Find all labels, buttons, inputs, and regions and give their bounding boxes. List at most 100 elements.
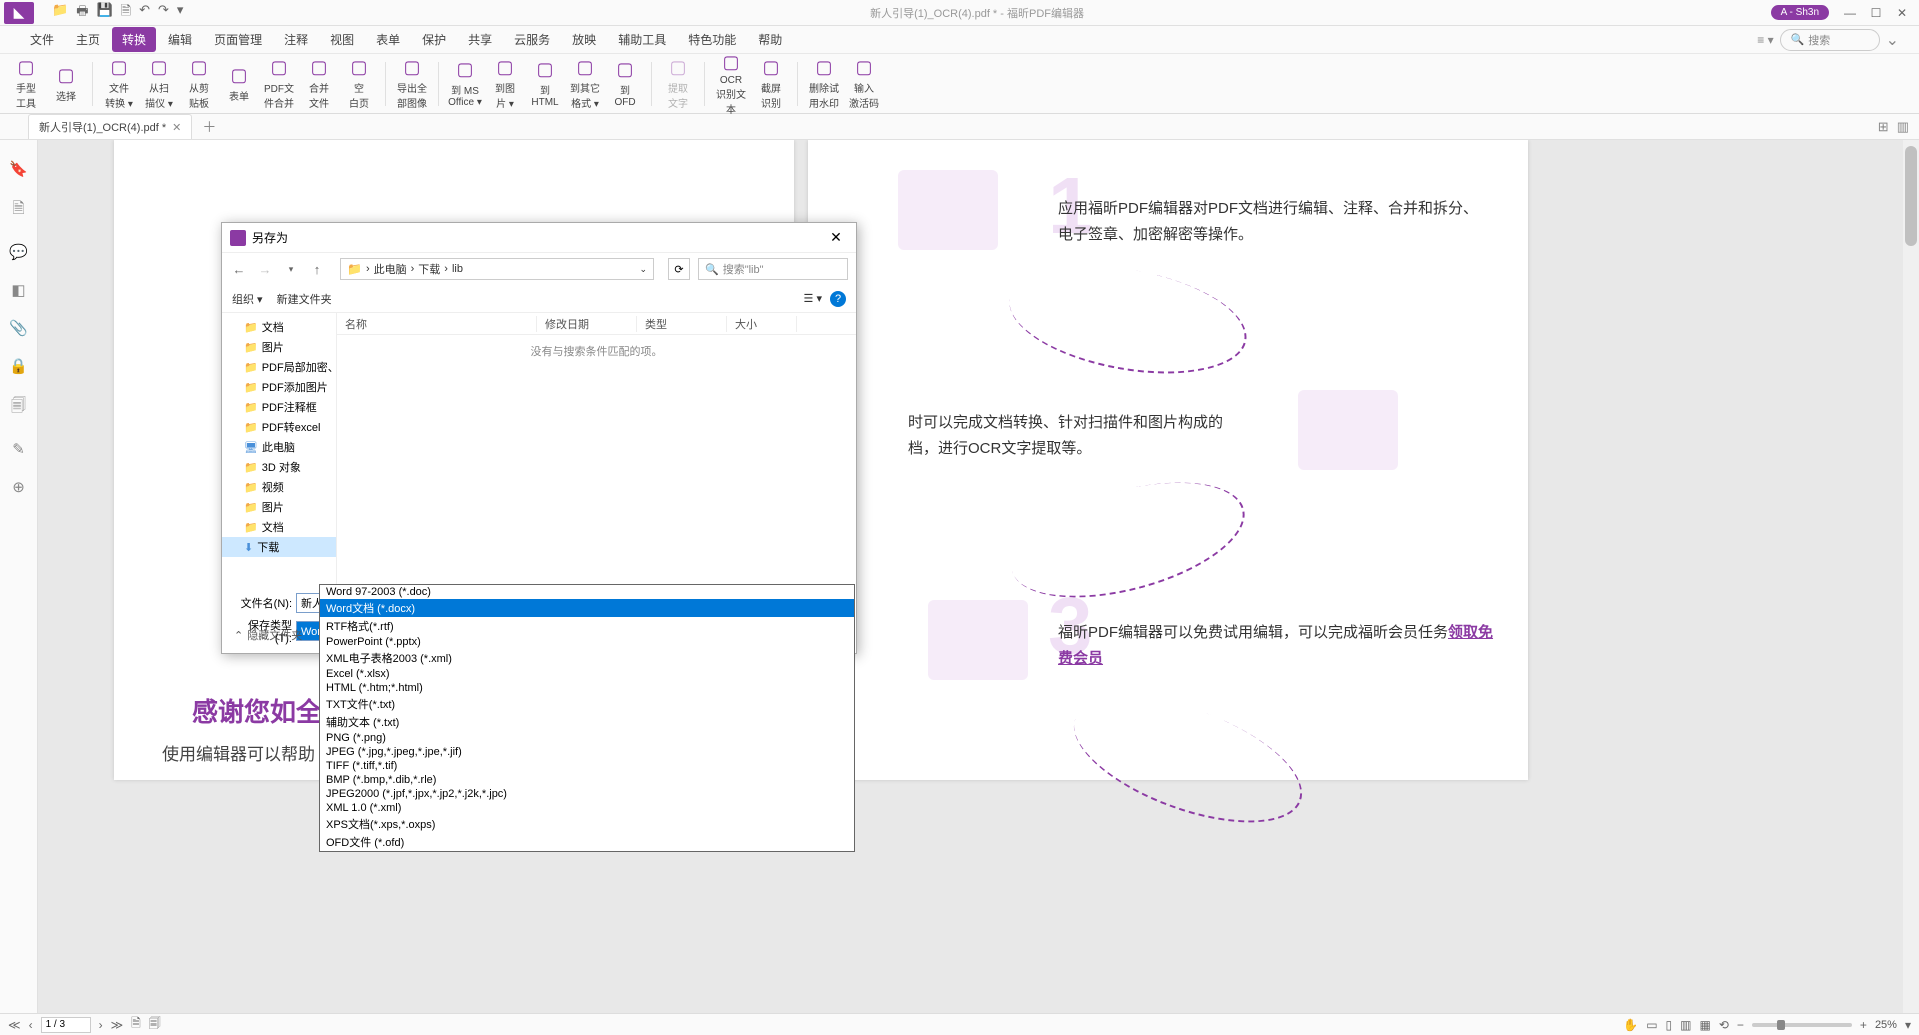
menu-item-9[interactable]: 共享: [458, 27, 502, 52]
close-button[interactable]: ✕: [1889, 3, 1915, 23]
menu-item-13[interactable]: 特色功能: [678, 27, 746, 52]
filetype-option-10[interactable]: JPEG (*.jpg,*.jpeg,*.jpe,*.jif): [320, 745, 854, 759]
filetype-option-0[interactable]: Word 97-2003 (*.doc): [320, 585, 854, 599]
sb-next-icon[interactable]: ›: [99, 1018, 103, 1032]
menu-item-12[interactable]: 辅助工具: [608, 27, 676, 52]
dialog-search[interactable]: 🔍 搜索"lib": [698, 258, 848, 280]
qat-redo-icon[interactable]: ↷: [158, 2, 169, 24]
ribbon-btn-7[interactable]: ▢合并 文件: [301, 57, 337, 111]
tree-node-2[interactable]: 📁PDF局部加密、: [222, 357, 336, 377]
ribbon-btn-10[interactable]: ▢到 MS Office ▾: [447, 57, 483, 111]
qat-save-icon[interactable]: 💾: [96, 2, 112, 24]
bookmark-icon[interactable]: 🔖: [9, 160, 28, 178]
filetype-option-11[interactable]: TIFF (*.tiff,*.tif): [320, 759, 854, 773]
tree-node-10[interactable]: 📁文档: [222, 517, 336, 537]
scrollbar-thumb[interactable]: [1905, 146, 1917, 246]
menu-item-5[interactable]: 注释: [274, 27, 318, 52]
col-type[interactable]: 类型: [637, 316, 727, 332]
ribbon-btn-2[interactable]: ▢文件 转换 ▾: [101, 57, 137, 111]
ribbon-btn-14[interactable]: ▢到 OFD: [607, 57, 643, 111]
sb-layout4-icon[interactable]: ▦: [1700, 1018, 1711, 1032]
ribbon-btn-1[interactable]: ▢选择: [48, 57, 84, 111]
ribbon-btn-16[interactable]: ▢OCR 识别文本: [713, 57, 749, 111]
ribbon-btn-18[interactable]: ▢删除试 用水印: [806, 57, 842, 111]
view-mode-button[interactable]: ☰ ▾: [804, 292, 822, 305]
sb-rotate-icon[interactable]: ⟲: [1719, 1018, 1729, 1032]
filetype-option-12[interactable]: BMP (*.bmp,*.dib,*.rle): [320, 773, 854, 787]
tree-node-6[interactable]: 🖥此电脑: [222, 437, 336, 457]
layers-icon[interactable]: ◧: [11, 281, 25, 299]
dialog-close-button[interactable]: ✕: [824, 229, 848, 246]
menu-collapse-icon[interactable]: ⌄: [1886, 30, 1899, 50]
zoom-slider[interactable]: [1752, 1023, 1852, 1027]
sb-zoomin-icon[interactable]: +: [1860, 1018, 1867, 1032]
nav-up-icon[interactable]: ↑: [308, 262, 326, 277]
filetype-option-5[interactable]: Excel (*.xlsx): [320, 667, 854, 681]
view-grid-icon[interactable]: ⊞: [1878, 119, 1889, 135]
menu-item-11[interactable]: 放映: [562, 27, 606, 52]
ribbon-btn-19[interactable]: ▢输入 激活码: [846, 57, 882, 111]
ribbon-btn-8[interactable]: ▢空 白页: [341, 57, 377, 111]
filetype-option-8[interactable]: 辅助文本 (*.txt): [320, 713, 854, 731]
refresh-button[interactable]: ⟳: [668, 258, 690, 280]
tree-node-11[interactable]: ⬇下载: [222, 537, 336, 557]
filetype-option-6[interactable]: HTML (*.htm;*.html): [320, 681, 854, 695]
tree-node-7[interactable]: 📁3D 对象: [222, 457, 336, 477]
tree-node-0[interactable]: 📁文档: [222, 317, 336, 337]
col-date[interactable]: 修改日期: [537, 316, 637, 332]
ribbon-btn-12[interactable]: ▢到 HTML: [527, 57, 563, 111]
menu-item-1[interactable]: 主页: [66, 27, 110, 52]
folder-tree[interactable]: 📁文档📁图片📁PDF局部加密、📁PDF添加图片📁PDF注释框📁PDF转excel…: [222, 313, 337, 589]
col-size[interactable]: 大小: [727, 316, 797, 332]
qat-open-icon[interactable]: 📁: [52, 2, 68, 24]
filetype-option-4[interactable]: XML电子表格2003 (*.xml): [320, 649, 854, 667]
filetype-option-9[interactable]: PNG (*.png): [320, 731, 854, 745]
filetype-option-7[interactable]: TXT文件(*.txt): [320, 695, 854, 713]
sb-last-icon[interactable]: ≫: [111, 1018, 124, 1032]
hide-folders-toggle[interactable]: ⌃ 隐藏文件夹: [234, 627, 302, 643]
ribbon-btn-17[interactable]: ▢截屏 识别: [753, 57, 789, 111]
maximize-button[interactable]: ☐: [1863, 3, 1889, 23]
tree-node-4[interactable]: 📁PDF注释框: [222, 397, 336, 417]
menu-item-2[interactable]: 转换: [112, 27, 156, 52]
organize-button[interactable]: 组织 ▾: [232, 291, 263, 307]
signature-icon[interactable]: ✎: [12, 440, 25, 458]
sb-layout3-icon[interactable]: ▥: [1680, 1018, 1691, 1032]
search-box[interactable]: 🔍 搜索: [1780, 29, 1880, 51]
view-panel-icon[interactable]: ▥: [1897, 119, 1909, 135]
menu-settings-icon[interactable]: ≡ ▾: [1757, 33, 1773, 47]
ribbon-btn-6[interactable]: ▢PDF文 件合并: [261, 57, 297, 111]
bc-1[interactable]: 下载: [418, 261, 440, 277]
sb-hand-icon[interactable]: ✋: [1623, 1018, 1638, 1032]
pages-icon[interactable]: 🗎: [12, 198, 24, 223]
menu-item-4[interactable]: 页面管理: [204, 27, 272, 52]
security-icon[interactable]: 🔒: [9, 357, 28, 375]
nav-forward-icon[interactable]: →: [256, 262, 274, 277]
menu-item-0[interactable]: 文件: [20, 27, 64, 52]
sb-layout2-icon[interactable]: ▯: [1666, 1018, 1673, 1032]
bc-2[interactable]: lib: [452, 263, 463, 275]
ribbon-btn-11[interactable]: ▢到图 片 ▾: [487, 57, 523, 111]
page-input[interactable]: [41, 1017, 91, 1033]
tree-node-1[interactable]: 📁图片: [222, 337, 336, 357]
tree-node-3[interactable]: 📁PDF添加图片: [222, 377, 336, 397]
col-name[interactable]: 名称: [337, 316, 537, 332]
file-list[interactable]: 名称 修改日期 类型 大小 没有与搜索条件匹配的项。: [337, 313, 856, 589]
doctab-close-icon[interactable]: ✕: [172, 121, 181, 134]
sb-first-icon[interactable]: ≪: [8, 1018, 21, 1032]
breadcrumb[interactable]: 📁 › 此电脑 › 下载 › lib ⌄: [340, 258, 654, 280]
vertical-scrollbar[interactable]: [1903, 140, 1919, 1013]
menu-item-6[interactable]: 视图: [320, 27, 364, 52]
sb-layout1-icon[interactable]: ▭: [1646, 1018, 1657, 1032]
minimize-button[interactable]: —: [1837, 3, 1863, 23]
tree-node-5[interactable]: 📁PDF转excel: [222, 417, 336, 437]
sb-prev-icon[interactable]: ‹: [29, 1018, 33, 1032]
menu-item-8[interactable]: 保护: [412, 27, 456, 52]
filetype-option-15[interactable]: XPS文档(*.xps,*.oxps): [320, 815, 854, 833]
tree-node-8[interactable]: 📁视频: [222, 477, 336, 497]
menu-item-3[interactable]: 编辑: [158, 27, 202, 52]
comments-icon[interactable]: 💬: [9, 243, 28, 261]
sb-view1-icon[interactable]: 🗎: [131, 1014, 141, 1035]
ribbon-btn-9[interactable]: ▢导出全 部图像: [394, 57, 430, 111]
qat-doc-icon[interactable]: 🗎: [121, 2, 131, 24]
